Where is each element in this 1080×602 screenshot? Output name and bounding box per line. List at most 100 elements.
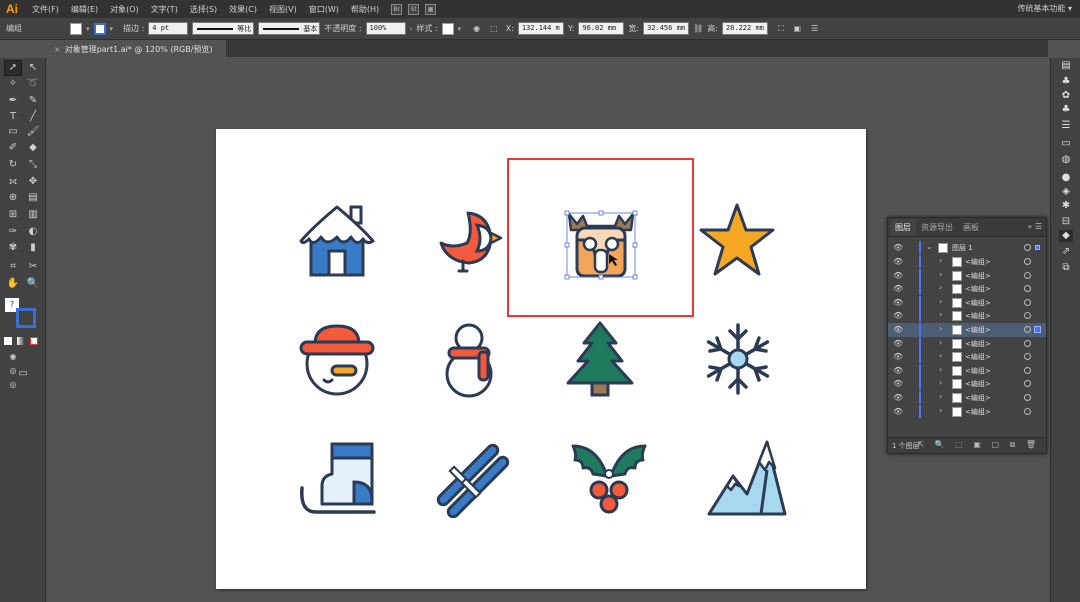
- skis-icon[interactable]: [434, 442, 510, 518]
- stroke-icon[interactable]: ☰: [1059, 120, 1073, 132]
- mountains-icon[interactable]: [707, 440, 787, 516]
- stock-icon[interactable]: St: [408, 3, 420, 15]
- layers-icon[interactable]: ◆: [1059, 230, 1073, 242]
- fill-swatch[interactable]: [70, 22, 82, 35]
- magic-wand-tool-icon[interactable]: ✧: [5, 77, 21, 91]
- zoom-tool-icon[interactable]: 🔍: [25, 277, 41, 291]
- pine-tree-icon[interactable]: [564, 321, 636, 397]
- appearance-icon[interactable]: ●: [1059, 172, 1073, 184]
- layer-row[interactable]: 👁 › <编组>: [888, 309, 1046, 323]
- brush-definition[interactable]: 基本: [258, 22, 321, 35]
- visibility-eye-icon[interactable]: 👁: [893, 271, 903, 280]
- visibility-eye-icon[interactable]: 👁: [893, 257, 903, 266]
- lasso-tool-icon[interactable]: ➰: [25, 77, 41, 91]
- align-icon[interactable]: ⊟: [1059, 216, 1073, 228]
- gradient-icon[interactable]: ▭: [1059, 138, 1073, 150]
- chevron-right-icon[interactable]: ›: [939, 324, 942, 333]
- document-tab[interactable]: × 对象管理part1.ai* @ 120% (RGB/预览): [48, 40, 226, 57]
- layer-row[interactable]: 👁 › <编组>: [888, 377, 1046, 391]
- visibility-eye-icon[interactable]: 👁: [893, 243, 903, 252]
- stroke-weight-field[interactable]: 4 pt: [148, 22, 189, 35]
- footer-action-icons[interactable]: ⇱ 🔍 ⬚ ▣ ▢ ⧉ 🗑: [918, 440, 1040, 450]
- target-circle-icon[interactable]: [1024, 353, 1031, 361]
- group-name[interactable]: <编组>: [965, 393, 991, 403]
- visibility-eye-icon[interactable]: 👁: [893, 284, 903, 293]
- visibility-eye-icon[interactable]: 👁: [893, 393, 903, 402]
- layer-row[interactable]: 👁 › <编组>: [888, 282, 1046, 296]
- opacity-field[interactable]: 100%: [365, 22, 406, 35]
- isolate-icon[interactable]: ▣: [794, 24, 802, 33]
- group-name[interactable]: <编组>: [965, 339, 991, 349]
- menu-effect[interactable]: 效果(C): [223, 4, 263, 15]
- chevron-right-icon[interactable]: ›: [939, 392, 942, 401]
- snowman-icon[interactable]: [439, 322, 499, 398]
- x-field[interactable]: 132.144 m: [517, 22, 564, 35]
- holly-berries-icon[interactable]: [569, 440, 649, 516]
- selection-indicator[interactable]: [1034, 326, 1041, 333]
- panel-menu-icon[interactable]: » ☰: [1027, 222, 1042, 231]
- artboard-tool-icon[interactable]: ⌗: [5, 260, 21, 274]
- artboards-icon[interactable]: ⧉: [1059, 262, 1073, 274]
- target-circle-icon[interactable]: [1024, 258, 1031, 265]
- curvature-tool-icon[interactable]: ✎: [25, 94, 41, 108]
- group-name[interactable]: <编组>: [965, 325, 991, 335]
- target-circle-icon[interactable]: [1024, 285, 1031, 293]
- chevron-right-icon[interactable]: ›: [410, 25, 413, 33]
- layer-row[interactable]: 👁 › <编组>: [888, 323, 1046, 337]
- close-icon[interactable]: ×: [54, 45, 61, 54]
- target-circle-icon[interactable]: [1024, 244, 1031, 251]
- fill-mode-gradient-icon[interactable]: [17, 337, 25, 345]
- target-circle-icon[interactable]: [1024, 298, 1031, 306]
- tab-asset-export[interactable]: 资源导出: [916, 219, 958, 236]
- layer-row[interactable]: 👁 › <编组>: [888, 391, 1046, 405]
- workspace-switcher[interactable]: 传统基本功能 ▾: [1017, 3, 1072, 14]
- visibility-eye-icon[interactable]: 👁: [893, 407, 903, 416]
- recolor-icon[interactable]: ◉: [473, 24, 480, 33]
- tab-layers[interactable]: 图层: [890, 219, 916, 236]
- line-tool-icon[interactable]: ╱: [25, 110, 41, 124]
- rotate-tool-icon[interactable]: ↻: [5, 158, 21, 172]
- properties-icon[interactable]: ▤: [1059, 60, 1073, 72]
- bridge-icon[interactable]: Br: [391, 3, 403, 15]
- chevron-right-icon[interactable]: ›: [939, 310, 942, 319]
- mesh-tool-icon[interactable]: ⊞: [5, 208, 21, 222]
- target-circle-icon[interactable]: [1024, 394, 1031, 401]
- group-name[interactable]: <编组>: [965, 407, 991, 417]
- tab-artboards[interactable]: 画板: [958, 219, 984, 236]
- ice-skate-icon[interactable]: [298, 442, 378, 518]
- pen-tool-icon[interactable]: ✒: [5, 94, 21, 108]
- chevron-right-icon[interactable]: ›: [939, 378, 942, 387]
- visibility-eye-icon[interactable]: 👁: [893, 311, 903, 320]
- layer-row[interactable]: 👁 › <编组>: [888, 336, 1046, 351]
- arrange-documents-icon[interactable]: ▦: [425, 3, 437, 15]
- visibility-eye-icon[interactable]: 👁: [893, 339, 903, 348]
- hamburger-menu-icon[interactable]: ☰: [1035, 222, 1042, 231]
- symbol-sprayer-tool-icon[interactable]: ✾: [5, 241, 21, 255]
- libraries-icon[interactable]: ♣: [1059, 76, 1073, 88]
- hat-face-icon[interactable]: [298, 322, 376, 398]
- menu-type[interactable]: 文字(T): [145, 4, 184, 15]
- draw-mode-icon[interactable]: ◉ ◎ ◎: [5, 350, 21, 389]
- target-circle-icon[interactable]: [1024, 326, 1031, 333]
- more-options-icon[interactable]: ☰: [811, 24, 818, 33]
- swatches-icon[interactable]: ✿: [1059, 90, 1073, 102]
- target-circle-icon[interactable]: [1024, 366, 1031, 374]
- link-icon[interactable]: ⛓: [693, 24, 703, 33]
- target-circle-icon[interactable]: [1024, 312, 1031, 320]
- menu-file[interactable]: 文件(F): [26, 4, 65, 15]
- chevron-down-icon[interactable]: ▾: [458, 25, 462, 33]
- group-name[interactable]: <编组>: [965, 298, 991, 308]
- free-transform-tool-icon[interactable]: ✥: [25, 175, 41, 189]
- group-name[interactable]: <编组>: [965, 366, 991, 376]
- group-name[interactable]: <编组>: [965, 257, 991, 267]
- menu-view[interactable]: 视图(V): [263, 4, 303, 15]
- graphic-styles-icon[interactable]: ◈: [1059, 186, 1073, 198]
- align-to-icon[interactable]: ⬚: [490, 24, 498, 33]
- export-icon[interactable]: ⇗: [1059, 246, 1073, 258]
- blend-tool-icon[interactable]: ◐: [25, 225, 41, 239]
- stroke-box-icon[interactable]: [16, 308, 36, 328]
- group-name[interactable]: <编组>: [965, 311, 991, 321]
- layer-row[interactable]: 👁 › <编组>: [888, 295, 1046, 310]
- bird-icon[interactable]: [433, 205, 503, 275]
- chevron-right-icon[interactable]: ›: [939, 283, 942, 292]
